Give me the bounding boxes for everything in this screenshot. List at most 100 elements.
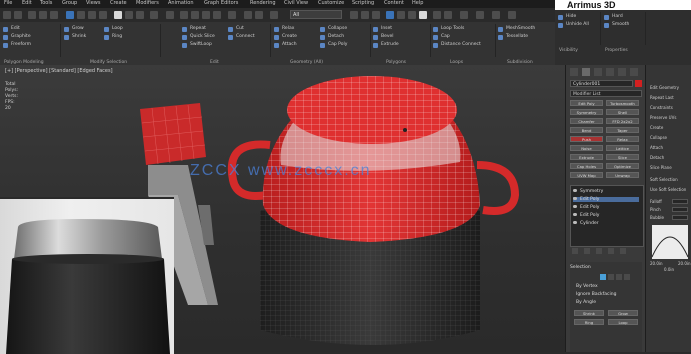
place-icon[interactable]	[150, 11, 158, 19]
ribbon-edit-button[interactable]: Edit	[3, 26, 20, 32]
menu-content[interactable]: Content	[384, 0, 404, 6]
ring-button[interactable]: Ring	[574, 319, 604, 325]
ribbon-inset-button[interactable]: Inset	[373, 26, 392, 32]
effects-icon[interactable]	[460, 11, 468, 19]
modifier-button[interactable]: Chamfer	[570, 118, 603, 124]
menu-animation[interactable]: Animation	[168, 0, 194, 6]
align-icon[interactable]	[255, 11, 263, 19]
undo-icon[interactable]	[3, 11, 11, 19]
modifier-button[interactable]: Optimize	[606, 163, 639, 169]
ribbon-cap-button[interactable]: Cap	[433, 34, 450, 40]
ribbon-grow-button[interactable]: Grow	[64, 26, 84, 32]
edit-geometry-title[interactable]: Edit Geometry	[650, 85, 679, 90]
ribbon-hard-button[interactable]: Hard	[604, 14, 623, 20]
eye-icon[interactable]	[573, 189, 577, 192]
border-mode-icon[interactable]	[616, 274, 622, 280]
modifier-button[interactable]: Bend	[570, 127, 603, 133]
ribbon-freeform-button[interactable]: Freeform	[3, 42, 31, 48]
edge-mode-icon[interactable]	[608, 274, 614, 280]
ribbon-quick-slice-button[interactable]: Quick Slice	[182, 34, 215, 40]
collapse-button[interactable]: Collapse	[650, 135, 667, 140]
rendered-frame-icon[interactable]	[408, 11, 416, 19]
ribbon-unhide-all-button[interactable]: Unhide All	[558, 22, 589, 28]
loop-button[interactable]: Loop	[608, 319, 638, 325]
create-tab-icon[interactable]	[570, 68, 578, 76]
by-angle-checkbox[interactable]: By Angle	[576, 300, 596, 305]
bubble-spinner[interactable]	[672, 215, 688, 220]
ribbon-connect-button[interactable]: Connect	[228, 34, 255, 40]
material-editor-icon[interactable]	[386, 11, 394, 19]
ribbon-hide-button[interactable]: Hide	[558, 14, 576, 20]
menu-group[interactable]: Group	[62, 0, 77, 6]
rotate-icon[interactable]	[125, 11, 133, 19]
schematic-view-icon[interactable]	[372, 11, 380, 19]
modifier-button[interactable]: Push	[570, 136, 603, 142]
pivot-center-icon[interactable]	[166, 11, 174, 19]
selection-filter-dropdown[interactable]: All	[290, 10, 342, 19]
modifier-list-dropdown[interactable]: Modifier List	[570, 90, 642, 97]
modifier-button[interactable]: Noise	[570, 145, 603, 151]
ribbon-tessellate-button[interactable]: Tessellate	[498, 34, 528, 40]
eye-icon[interactable]	[573, 213, 577, 216]
menu-customize[interactable]: Customize	[318, 0, 344, 6]
modifier-button[interactable]: Turbosmooth	[606, 100, 639, 106]
attach-button[interactable]: Attach	[650, 145, 663, 150]
select-object-icon[interactable]	[66, 11, 74, 19]
perspective-viewport[interactable]: [+] [Perspective] [Standard] [Edged Face…	[0, 65, 565, 354]
layer-explorer-icon[interactable]	[270, 11, 278, 19]
motion-tab-icon[interactable]	[606, 68, 614, 76]
menu-views[interactable]: Views	[86, 0, 100, 6]
menu-rendering[interactable]: Rendering	[250, 0, 276, 6]
toggle-ribbon-icon[interactable]	[350, 11, 358, 19]
environment-icon[interactable]	[444, 11, 452, 19]
pot-model[interactable]	[215, 70, 535, 352]
ribbon-graphite-button[interactable]: Graphite	[3, 34, 31, 40]
edit-named-sets-icon[interactable]	[228, 11, 236, 19]
modifier-button[interactable]: Edit Poly	[570, 100, 603, 106]
falloff-spinner[interactable]	[672, 199, 688, 204]
modify-tab-icon[interactable]	[582, 68, 590, 76]
ribbon-cap-poly-button[interactable]: Cap Poly	[320, 42, 347, 48]
modifier-button[interactable]: Lattice	[606, 145, 639, 151]
render-iterative-icon[interactable]	[476, 11, 484, 19]
modifier-button[interactable]: Symmetry	[570, 109, 603, 115]
soft-selection-title[interactable]: Soft Selection	[650, 177, 678, 182]
ribbon-collapse-button[interactable]: Collapse	[320, 26, 347, 32]
modifier-button[interactable]: Cap Holes	[570, 163, 603, 169]
mirror-icon[interactable]	[244, 11, 252, 19]
modifier-button[interactable]: UVW Map	[570, 172, 603, 178]
menu-graph-editors[interactable]: Graph Editors	[204, 0, 238, 6]
ribbon-swiftloop-button[interactable]: SwiftLoop	[182, 42, 212, 48]
modifier-button[interactable]: Extrude	[570, 154, 603, 160]
modifier-button[interactable]: Slice	[606, 154, 639, 160]
pin-stack-icon[interactable]	[572, 248, 578, 254]
eye-icon[interactable]	[573, 221, 577, 224]
ribbon-shrink-button[interactable]: Shrink	[64, 34, 86, 40]
ribbon-relax-button[interactable]: Relax	[274, 26, 294, 32]
ribbon-cut-button[interactable]: Cut	[228, 26, 244, 32]
spinner-snap-icon[interactable]	[213, 11, 221, 19]
move-icon[interactable]	[114, 11, 122, 19]
ribbon-repeat-button[interactable]: Repeat	[182, 26, 206, 32]
modifier-button[interactable]: FFD 2x2x2	[606, 118, 639, 124]
hierarchy-tab-icon[interactable]	[594, 68, 602, 76]
ribbon-extrude-button[interactable]: Extrude	[373, 42, 399, 48]
modifier-button[interactable]: Relax	[606, 136, 639, 142]
unlink-icon[interactable]	[39, 11, 47, 19]
stack-item[interactable]: Symmetry	[573, 189, 603, 194]
menu-modifiers[interactable]: Modifiers	[136, 0, 159, 6]
create-button[interactable]: Create	[650, 125, 663, 130]
menu-tools[interactable]: Tools	[40, 0, 52, 6]
ribbon-ring-button[interactable]: Ring	[104, 34, 122, 40]
activeshade-icon[interactable]	[492, 11, 500, 19]
ribbon-loop-tools-button[interactable]: Loop Tools	[433, 26, 464, 32]
stack-item[interactable]: Edit Poly	[573, 213, 599, 218]
stack-item[interactable]: Edit Poly	[573, 205, 599, 210]
shrink-button[interactable]: Shrink	[574, 310, 604, 316]
eye-icon[interactable]	[573, 205, 577, 208]
object-color-swatch[interactable]	[635, 80, 642, 87]
bind-space-warp-icon[interactable]	[50, 11, 58, 19]
scale-icon[interactable]	[136, 11, 144, 19]
menu-scripting[interactable]: Scripting	[352, 0, 374, 6]
show-end-result-icon[interactable]	[584, 248, 590, 254]
